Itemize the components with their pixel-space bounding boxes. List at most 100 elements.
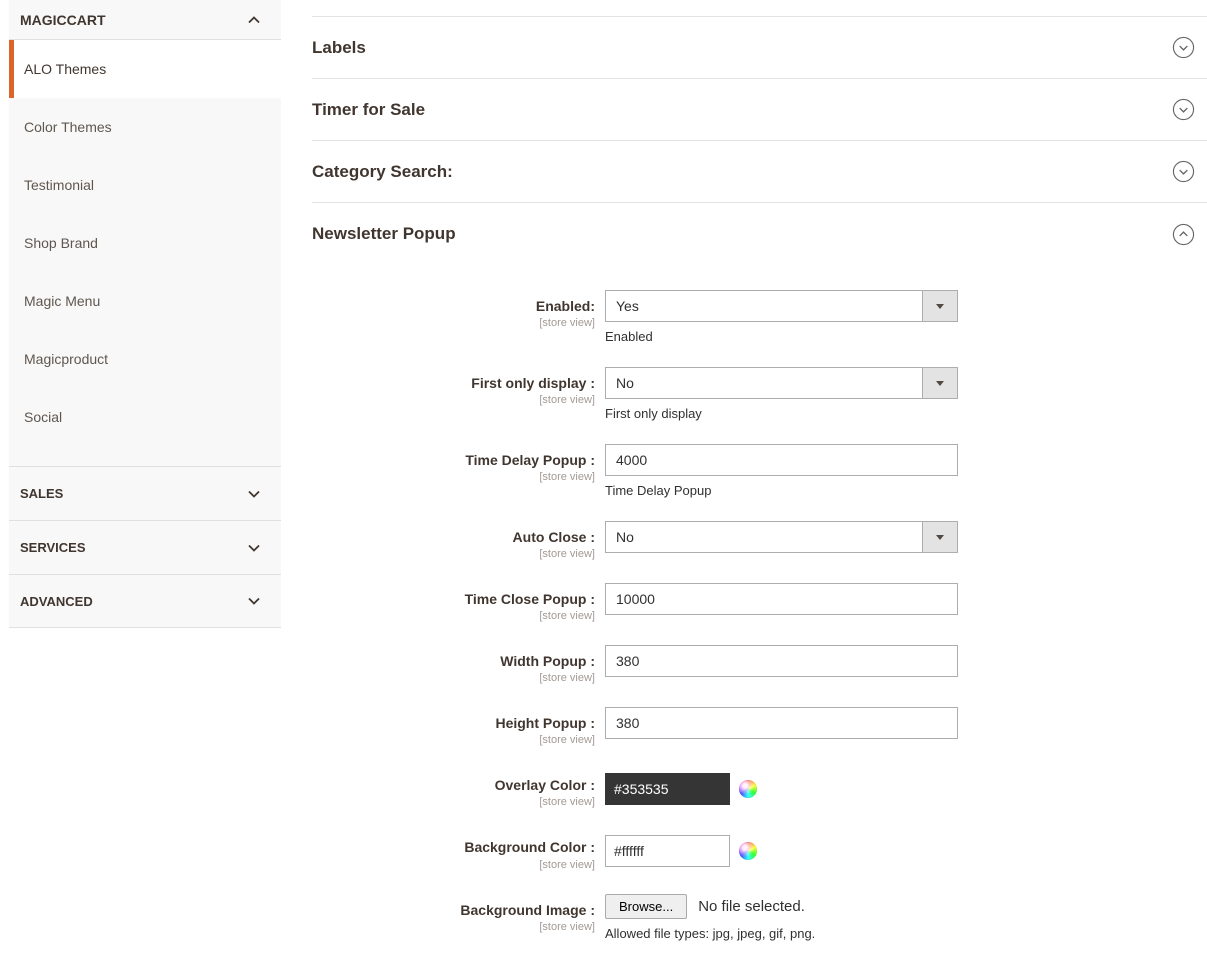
collapse-chevron-down-icon[interactable]: [1172, 98, 1195, 121]
field-label: Time Close Popup :: [312, 591, 595, 607]
store-view-note: [store view]: [312, 317, 595, 329]
sidebar-item-list: ALO Themes Color Themes Testimonial Shop…: [9, 40, 281, 466]
store-view-note: [store view]: [312, 796, 595, 808]
time-close-popup-input[interactable]: [605, 583, 958, 615]
sidebar-item-social[interactable]: Social: [9, 388, 281, 446]
section-title: Category Search:: [312, 162, 453, 182]
sidebar-item-alo-themes[interactable]: ALO Themes: [9, 40, 281, 98]
selected-value: No: [606, 375, 634, 391]
section-header-category-search[interactable]: Category Search:: [312, 141, 1207, 203]
sidebar-item-label: Shop Brand: [24, 235, 98, 251]
chevron-up-icon[interactable]: [246, 12, 262, 28]
field-label: First only display :: [312, 375, 595, 391]
sidebar-item-label: Social: [24, 409, 62, 425]
field-label: Background Color :: [312, 839, 595, 855]
height-popup-input[interactable]: [605, 707, 958, 739]
field-helper-text: Enabled: [605, 329, 958, 344]
store-view-note: [store view]: [312, 471, 595, 483]
color-picker-icon[interactable]: [739, 780, 757, 798]
section-title: Labels: [312, 38, 366, 58]
form-row-enabled: Enabled: [store view] Yes Enabled: [312, 290, 1207, 344]
color-picker-icon[interactable]: [739, 842, 757, 860]
time-delay-popup-input[interactable]: [605, 444, 958, 476]
field-label: Time Delay Popup :: [312, 452, 595, 468]
collapse-chevron-down-icon[interactable]: [1172, 36, 1195, 59]
sidebar-group-label: MAGICCART: [20, 12, 106, 28]
store-view-note: [store view]: [312, 921, 595, 933]
field-label: Height Popup :: [312, 715, 595, 731]
store-view-note: [store view]: [312, 548, 595, 560]
selected-value: Yes: [606, 298, 639, 314]
sidebar-group-services[interactable]: SERVICES: [9, 520, 281, 574]
chevron-down-icon[interactable]: [246, 593, 262, 609]
form-row-background-color: Background Color : [store view]: [312, 831, 1207, 870]
field-label: Enabled:: [312, 298, 595, 314]
store-view-note: [store view]: [312, 734, 595, 746]
store-view-note: [store view]: [312, 672, 595, 684]
form-row-overlay-color: Overlay Color : [store view]: [312, 769, 1207, 808]
config-section-list: Labels Timer for Sale Category Search: N…: [312, 16, 1207, 265]
field-label: Auto Close :: [312, 529, 595, 545]
sidebar-item-label: Magic Menu: [24, 293, 100, 309]
form-row-time-close-popup: Time Close Popup : [store view]: [312, 583, 1207, 622]
chevron-down-icon[interactable]: [246, 486, 262, 502]
dropdown-button[interactable]: [922, 522, 957, 552]
sidebar-group-label: SALES: [20, 486, 63, 501]
config-sidebar: MAGICCART ALO Themes Color Themes Testim…: [0, 0, 281, 628]
sidebar-group-label: ADVANCED: [20, 594, 93, 609]
sidebar-item-label: ALO Themes: [24, 61, 106, 77]
dropdown-arrow-icon: [936, 381, 944, 386]
section-title: Timer for Sale: [312, 100, 425, 120]
store-view-note: [store view]: [312, 859, 595, 871]
background-color-input[interactable]: [605, 835, 730, 867]
field-label: Width Popup :: [312, 653, 595, 669]
sidebar-item-label: Testimonial: [24, 177, 94, 193]
sidebar-group-label: SERVICES: [20, 540, 86, 555]
form-row-height-popup: Height Popup : [store view]: [312, 707, 1207, 746]
sidebar-item-label: Magicproduct: [24, 351, 108, 367]
sidebar-group-sales[interactable]: SALES: [9, 466, 281, 520]
store-view-note: [store view]: [312, 610, 595, 622]
section-header-timer-for-sale[interactable]: Timer for Sale: [312, 79, 1207, 141]
section-header-newsletter-popup[interactable]: Newsletter Popup: [312, 203, 1207, 265]
dropdown-arrow-icon: [936, 535, 944, 540]
section-header-labels[interactable]: Labels: [312, 17, 1207, 79]
field-helper-text: Time Delay Popup: [605, 483, 958, 498]
form-row-auto-close: Auto Close : [store view] No: [312, 521, 1207, 560]
auto-close-select[interactable]: No: [605, 521, 958, 553]
sidebar-item-testimonial[interactable]: Testimonial: [9, 156, 281, 214]
form-row-background-image: Background Image : [store view] Browse..…: [312, 894, 1207, 941]
sidebar-item-shop-brand[interactable]: Shop Brand: [9, 214, 281, 272]
config-nav-accordion: MAGICCART ALO Themes Color Themes Testim…: [9, 0, 281, 628]
sidebar-group-magiccart[interactable]: MAGICCART: [9, 0, 281, 40]
collapse-chevron-up-icon[interactable]: [1172, 223, 1195, 246]
sidebar-item-magicproduct[interactable]: Magicproduct: [9, 330, 281, 388]
overlay-color-input[interactable]: [605, 773, 730, 805]
chevron-down-icon[interactable]: [246, 540, 262, 556]
form-row-time-delay-popup: Time Delay Popup : [store view] Time Del…: [312, 444, 1207, 498]
sidebar-item-color-themes[interactable]: Color Themes: [9, 98, 281, 156]
browse-button[interactable]: Browse...: [605, 894, 687, 919]
config-content: Labels Timer for Sale Category Search: N…: [312, 0, 1207, 964]
enabled-select[interactable]: Yes: [605, 290, 958, 322]
dropdown-button[interactable]: [922, 368, 957, 398]
field-label: Background Image :: [312, 902, 595, 918]
file-status-text: No file selected.: [698, 898, 805, 915]
form-row-first-only-display: First only display : [store view] No Fir…: [312, 367, 1207, 421]
collapse-chevron-down-icon[interactable]: [1172, 160, 1195, 183]
section-title: Newsletter Popup: [312, 224, 456, 244]
width-popup-input[interactable]: [605, 645, 958, 677]
dropdown-arrow-icon: [936, 304, 944, 309]
selected-value: No: [606, 529, 634, 545]
form-row-width-popup: Width Popup : [store view]: [312, 645, 1207, 684]
sidebar-item-magic-menu[interactable]: Magic Menu: [9, 272, 281, 330]
store-view-note: [store view]: [312, 394, 595, 406]
sidebar-group-advanced[interactable]: ADVANCED: [9, 574, 281, 628]
first-only-display-select[interactable]: No: [605, 367, 958, 399]
field-helper-text: First only display: [605, 406, 958, 421]
newsletter-popup-form: Enabled: [store view] Yes Enabled First …: [312, 290, 1207, 941]
dropdown-button[interactable]: [922, 291, 957, 321]
field-label: Overlay Color :: [312, 777, 595, 793]
field-helper-text: Allowed file types: jpg, jpeg, gif, png.: [605, 926, 815, 941]
sidebar-item-label: Color Themes: [24, 119, 112, 135]
